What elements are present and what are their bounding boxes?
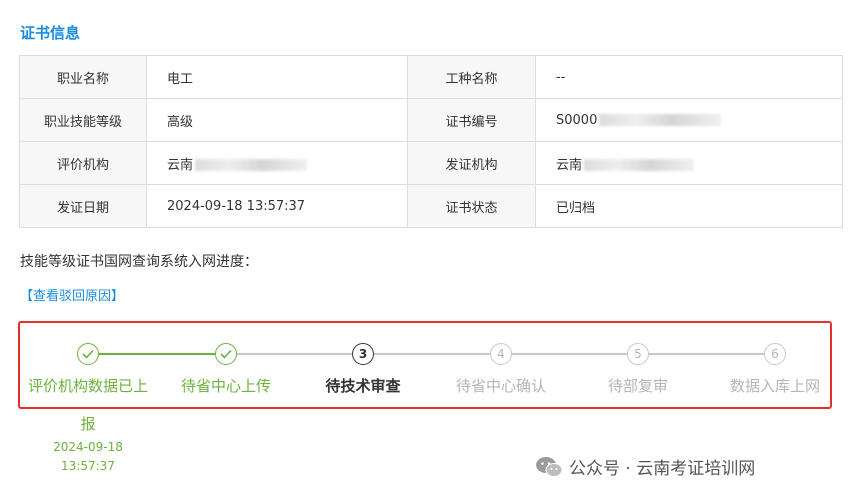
redacted-blur [599,114,722,126]
table-row: 职业技能等级 高级 证书编号 S0000 [19,98,843,142]
step-1-label-continued: 报 [80,415,96,433]
section-title: 证书信息 [20,24,81,42]
step-connector [374,353,490,355]
label-skill-level: 职业技能等级 [19,98,147,142]
value-occupation: 电工 [146,55,408,99]
value-cert-number: S0000 [556,112,598,128]
step-1-time: 13:57:37 [61,459,115,473]
value-skill-level: 高级 [146,98,408,142]
step-2-label: 待省中心上传 [180,377,271,395]
wechat-icon [535,456,563,478]
watermark-text: 公众号 · 云南考证培训网 [569,459,756,479]
step-4-number: 4 [490,343,512,365]
table-row: 发证日期 2024-09-18 13:57:37 证书状态 已归档 [19,184,843,228]
value-issuing-org: 云南 [556,157,583,173]
label-eval-org: 评价机构 [19,141,147,185]
step-connector [99,353,215,355]
table-row: 职业名称 电工 工种名称 -- [19,55,843,99]
label-cert-number: 证书编号 [407,98,536,142]
step-connector [237,353,352,355]
value-cert-status: 已归档 [535,184,843,228]
step-connector [512,353,627,355]
value-job-type: -- [535,55,843,99]
value-issue-date: 2024-09-18 13:57:37 [146,184,408,228]
step-6-label: 数据入库上网 [729,377,820,395]
label-job-type: 工种名称 [407,55,536,99]
redacted-blur [195,159,308,171]
label-occupation: 职业名称 [19,55,147,99]
redacted-blur [584,159,695,171]
label-cert-status: 证书状态 [407,184,536,228]
step-connector [649,353,764,355]
step-4-label: 待省中心确认 [455,377,546,395]
step-2-check-icon [215,343,237,365]
label-issuing-org: 发证机构 [407,141,536,185]
step-1-label: 评价机构数据已上 [27,377,148,395]
step-6-number: 6 [764,343,786,365]
step-1-check-icon [77,343,99,365]
step-5-label: 待部复审 [607,377,668,395]
certificate-info-table: 职业名称 电工 工种名称 -- 职业技能等级 高级 证书编号 S0000 评价机… [19,55,843,228]
label-issue-date: 发证日期 [19,184,147,228]
watermark: 公众号 · 云南考证培训网 [535,454,755,479]
view-reject-reason-link[interactable]: 【查看驳回原因】 [20,285,124,304]
table-row: 评价机构 云南 发证机构 云南 [19,141,843,185]
step-1-date: 2024-09-18 [53,440,123,454]
step-3-number: 3 [352,343,374,365]
value-eval-org: 云南 [167,157,194,173]
step-3-label: 待技术审查 [325,377,401,395]
step-5-number: 5 [627,343,649,365]
progress-title: 技能等级证书国网查询系统入网进度： [20,254,258,270]
